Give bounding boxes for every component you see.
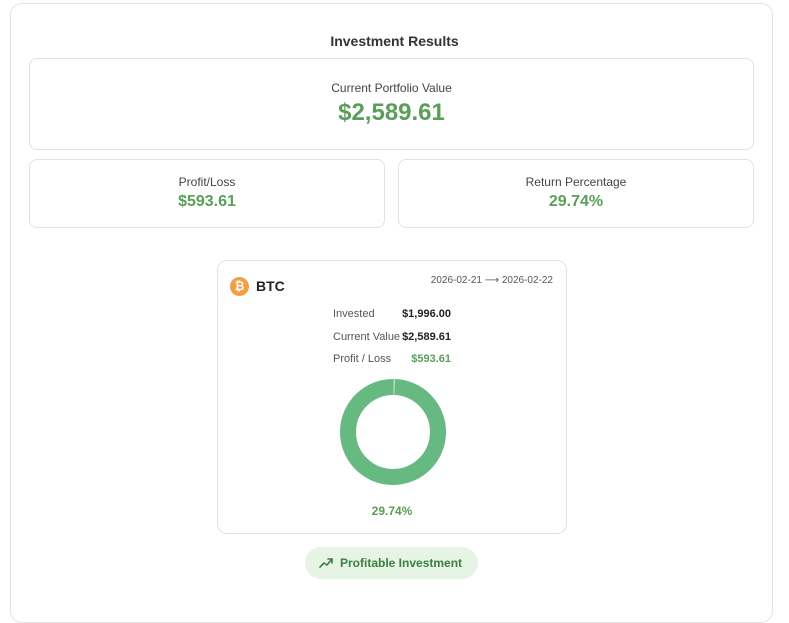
current-value-value: $2,589.61: [402, 331, 451, 343]
return-percentage-value: 29.74%: [548, 193, 604, 210]
invested-label: Invested: [333, 308, 375, 320]
profit-loss-value: $593.61: [178, 193, 236, 210]
portfolio-value-card: Current Portfolio Value $2,589.61: [29, 58, 754, 150]
coin-name: BTC: [256, 278, 285, 294]
coin-profit-loss-label: Profit / Loss: [333, 353, 392, 365]
coin-return-percentage: 29.74%: [371, 504, 413, 518]
date-range: 2026-02-21 ⟶ 2026-02-22: [430, 275, 553, 286]
page-title: Investment Results: [330, 33, 459, 49]
coin-profit-loss-value: $593.61: [411, 353, 451, 365]
trending-up-icon: [319, 558, 333, 568]
profit-loss-card: Profit/Loss $593.61: [29, 159, 385, 228]
portfolio-value-label: Current Portfolio Value: [331, 81, 452, 95]
return-percentage-label: Return Percentage: [525, 175, 627, 189]
return-percentage-card: Return Percentage 29.74%: [398, 159, 754, 228]
invested-value: $1,996.00: [402, 308, 451, 320]
profit-loss-label: Profit/Loss: [178, 175, 236, 189]
portfolio-value: $2,589.61: [338, 99, 445, 126]
profitable-investment-badge: Profitable Investment: [305, 547, 478, 579]
return-donut-chart: [340, 379, 446, 485]
coin-card-btc: ₿ BTC 2026-02-21 ⟶ 2026-02-22 Invested $…: [217, 260, 567, 534]
donut-arc: [340, 379, 446, 485]
badge-label: Profitable Investment: [340, 556, 463, 570]
current-value-label: Current Value: [333, 331, 401, 343]
bitcoin-icon: ₿: [230, 277, 249, 296]
